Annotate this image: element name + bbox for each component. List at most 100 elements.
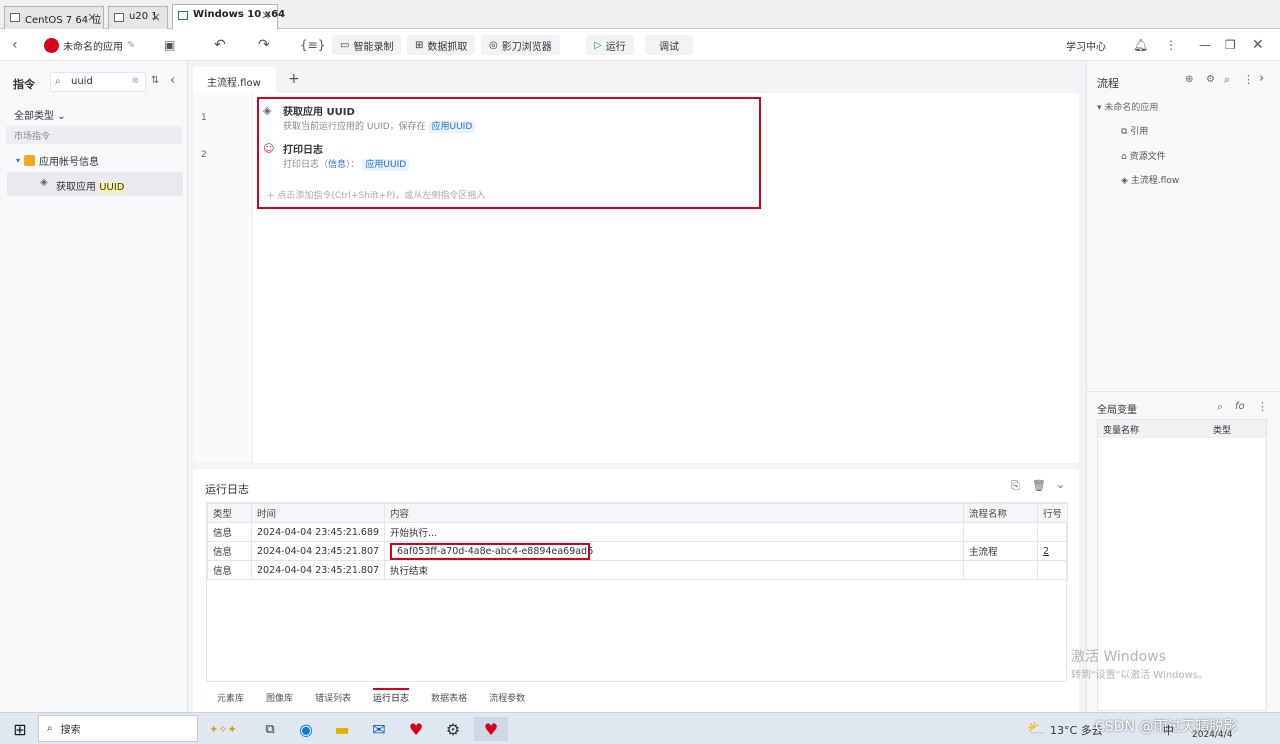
data-capture-button[interactable]: ⊞ 数据抓取 — [407, 35, 476, 55]
line-number: 1 — [201, 113, 207, 123]
save-icon[interactable]: ▣ — [164, 35, 175, 55]
file-explorer-icon[interactable]: ▬ — [330, 717, 354, 741]
tree-item-reference[interactable]: ⧉ 引用 — [1121, 124, 1148, 137]
taskbar-date[interactable]: 2024/4/4 — [1192, 730, 1232, 740]
command-item-get-uuid[interactable]: ◈ 获取应用 UUID — [7, 172, 183, 196]
ime-indicator[interactable]: 中 — [1163, 722, 1174, 738]
tree-app-node[interactable]: ▾ 未命名的应用 — [1097, 100, 1158, 113]
edge-icon[interactable]: ◉ — [294, 717, 318, 741]
sort-icon[interactable]: ⇅ — [151, 75, 159, 86]
search-highlight: UUID — [99, 182, 125, 193]
tab-data-table[interactable]: 数据表格 — [431, 691, 467, 704]
log-table-wrap: 类型 时间 内容 流程名称 行号 信息 2024-04-04 23:45:21.… — [206, 502, 1069, 682]
line-number: 2 — [201, 150, 207, 160]
trash-icon[interactable]: 🗑︎ — [1032, 479, 1046, 492]
vm-tab-windows[interactable]: Windows 10 x64 × — [172, 4, 285, 29]
settings-icon[interactable]: ⚙ — [1206, 74, 1215, 85]
add-flow-icon[interactable]: ⊕ — [1185, 74, 1193, 85]
search-icon[interactable]: ⌕ — [1224, 73, 1230, 87]
log-table: 类型 时间 内容 流程名称 行号 信息 2024-04-04 23:45:21.… — [207, 503, 1069, 580]
mail-icon[interactable]: ✉ — [367, 717, 391, 741]
cell-type: 信息 — [207, 541, 252, 561]
close-icon[interactable]: × — [151, 10, 161, 24]
search-highlight-icon[interactable]: ✦✧✦ — [198, 717, 248, 741]
tree-group[interactable]: ▾ 应用帐号信息 — [16, 153, 99, 168]
tab-elements[interactable]: 元素库 — [217, 691, 244, 704]
back-icon[interactable]: ‹ — [12, 35, 18, 55]
redo-icon[interactable]: ↷ — [258, 35, 270, 55]
clear-icon[interactable]: ⊗ — [131, 76, 139, 86]
window-close-icon[interactable]: ✕ — [1252, 35, 1264, 55]
command-search-input[interactable]: ⌕ uuid ⊗ — [50, 72, 146, 92]
market-commands[interactable]: 市场指令 — [6, 126, 182, 144]
tree-item-main-flow[interactable]: ◈ 主流程.flow — [1121, 173, 1179, 186]
add-command-hint[interactable]: + 点击添加指令(Ctrl+Shift+P)，或从左侧指令区拖入 — [267, 188, 485, 201]
variable-chip[interactable]: 应用UUID — [428, 121, 476, 133]
add-tab-icon[interactable]: + — [288, 71, 300, 87]
gear-icon[interactable]: ⚙ — [441, 717, 465, 741]
tab-errors[interactable]: 错误列表 — [315, 691, 351, 704]
minimize-icon[interactable]: — — [1199, 35, 1211, 55]
more-icon[interactable]: ⋮ — [1165, 35, 1177, 55]
global-vars-header: 变量名称 类型 — [1098, 420, 1266, 438]
export-icon[interactable]: ⎘ — [1011, 479, 1020, 493]
chevron-down-icon[interactable]: ⌄ — [1056, 478, 1065, 491]
run-button[interactable]: ▷ 运行 — [586, 35, 634, 55]
search-icon: ⌕ — [55, 76, 61, 87]
yingdao-icon[interactable]: ♥ — [404, 717, 428, 741]
tab-main-flow[interactable]: 主流程.flow — [193, 67, 276, 93]
vm-tab-centos[interactable]: CentOS 7 64 位 × — [4, 6, 104, 29]
right-panel: 流程 ⊕ ⚙ ⌕ ⋮ › ▾ 未命名的应用 ⧉ 引用 ⌂ 资源文件 ◈ 主流程.… — [1086, 61, 1280, 712]
table-row[interactable]: 信息 2024-04-04 23:45:21.689 开始执行... — [207, 522, 1069, 542]
taskbar: ⊞ ⌕ 搜索 ✦✧✦ ⧉ ◉ ▬ ✉ ♥ ⚙ ♥ ⛅ 13°C 多云 CSDN @… — [0, 712, 1280, 744]
app-node-label: 未命名的应用 — [1104, 103, 1159, 113]
activation-watermark-sub: 转到"设置"以激活 Windows。 — [1071, 670, 1209, 681]
variable-icon[interactable]: {≡} — [300, 35, 325, 55]
tab-flow-params[interactable]: 流程参数 — [489, 691, 525, 704]
debug-button[interactable]: 调试 — [645, 35, 693, 55]
undo-icon[interactable]: ↶ — [214, 35, 226, 55]
cell-line-link[interactable]: 2 — [1036, 541, 1069, 561]
windows-start-icon[interactable]: ⊞ — [8, 717, 32, 741]
step-desc: 打印日志（信息）： 应用UUID — [283, 157, 410, 171]
more-icon[interactable]: ⋮ — [1243, 73, 1254, 86]
tab-images[interactable]: 图像库 — [266, 691, 293, 704]
edit-icon[interactable]: ✎ — [127, 40, 135, 51]
all-types-dropdown[interactable]: 全部类型 ⌄ — [14, 107, 66, 122]
taskbar-search[interactable]: ⌕ 搜索 — [38, 715, 198, 742]
all-types-label: 全部类型 — [14, 111, 54, 122]
table-row[interactable]: 信息 2024-04-04 23:45:21.807 6af053ff-a70d… — [207, 541, 1069, 561]
expand-icon[interactable]: › — [1259, 71, 1264, 86]
function-icon[interactable]: fo — [1235, 401, 1245, 412]
yingdao-active-icon[interactable]: ♥ — [474, 717, 508, 741]
log-icon: ☺ — [263, 142, 275, 155]
search-icon[interactable]: ⌕ — [1217, 400, 1223, 414]
add-command-hint-text: 点击添加指令(Ctrl+Shift+P)，或从左侧指令区拖入 — [277, 191, 486, 201]
cell-time: 2024-04-04 23:45:21.689 — [250, 522, 386, 542]
app-name: 未命名的应用 — [63, 41, 123, 53]
close-icon[interactable]: × — [261, 8, 271, 22]
more-icon[interactable]: ⋮ — [1257, 400, 1268, 413]
log-header-row: 类型 时间 内容 流程名称 行号 — [207, 503, 1069, 523]
close-icon[interactable]: × — [87, 10, 97, 24]
vm-tab-u20[interactable]: u20 1 × — [108, 6, 168, 29]
tree-item-resources[interactable]: ⌂ 资源文件 — [1121, 149, 1166, 162]
smart-record-button[interactable]: ▭ 智能录制 — [332, 35, 402, 55]
browser-button[interactable]: ◎ 影刀浏览器 — [481, 35, 560, 55]
variable-chip[interactable]: 应用UUID — [362, 159, 410, 171]
cell-time: 2024-04-04 23:45:21.807 — [250, 541, 386, 561]
col-time: 时间 — [250, 503, 386, 523]
plus-icon: + — [267, 191, 278, 201]
tab-run-log[interactable]: 运行日志 — [373, 688, 410, 704]
browser-icon: ◎ — [489, 39, 498, 51]
task-view-icon[interactable]: ⧉ — [258, 717, 282, 741]
cell-flow — [962, 522, 1038, 542]
learning-center-link[interactable]: 学习中心 — [1066, 35, 1106, 55]
temperature: 13°C — [1050, 724, 1078, 737]
maximize-icon[interactable]: ❐ — [1225, 35, 1236, 55]
bell-icon[interactable]: 🔔︎ — [1133, 35, 1148, 55]
collapse-icon[interactable]: ‹ — [170, 73, 175, 88]
table-row[interactable]: 信息 2024-04-04 23:45:21.807 执行结束 — [207, 560, 1069, 580]
log-level-link[interactable]: 信息 — [328, 160, 346, 170]
folder-icon — [24, 155, 36, 166]
